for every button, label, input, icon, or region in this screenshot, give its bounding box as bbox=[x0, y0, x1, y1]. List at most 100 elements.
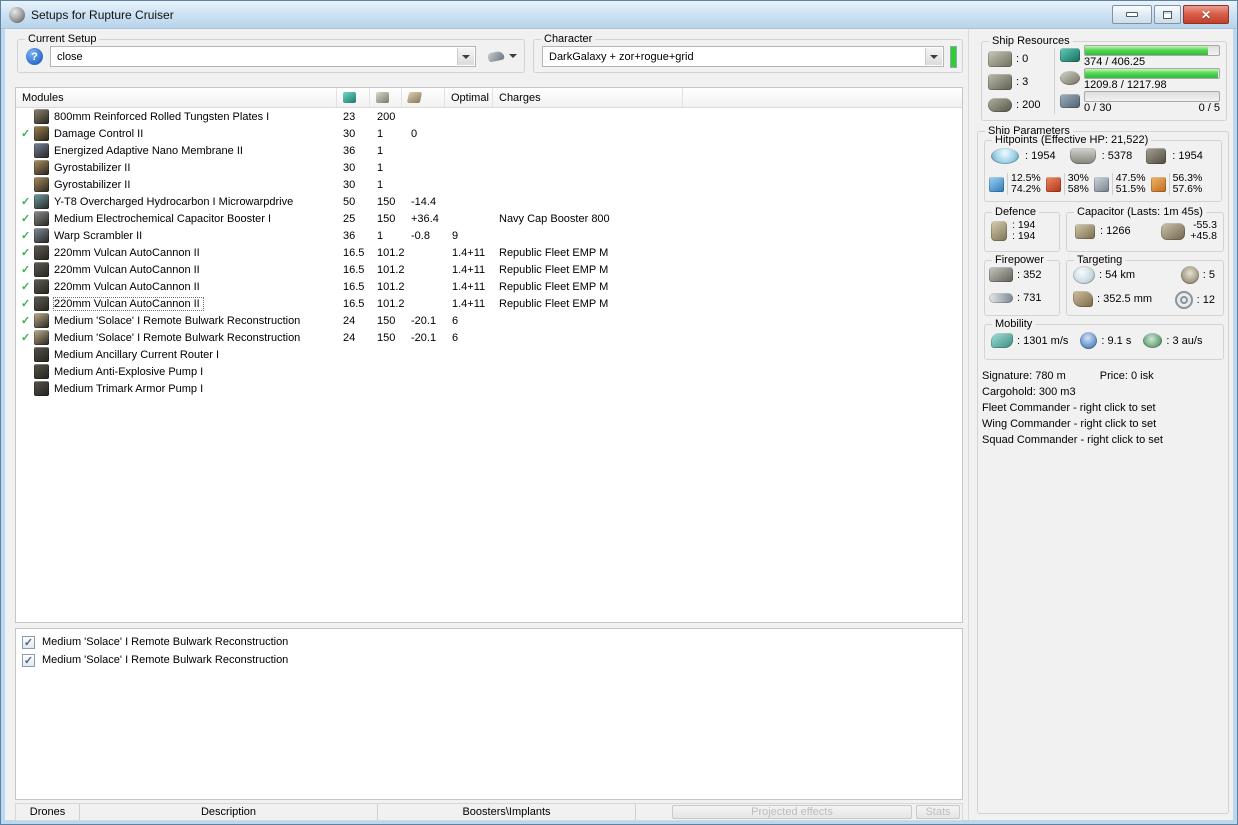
projection-list-item[interactable]: ✓ Medium 'Solace' I Remote Bulwark Recons… bbox=[22, 651, 956, 669]
module-row[interactable]: Medium Anti-Explosive Pump I bbox=[16, 363, 962, 380]
autocannon-icon bbox=[34, 262, 49, 277]
module-row[interactable]: Gyrostabilizer II 30 1 bbox=[16, 159, 962, 176]
module-name-cell: Gyrostabilizer II bbox=[54, 179, 337, 191]
explosive-resist-icon bbox=[1150, 176, 1166, 192]
tab-drones[interactable]: Drones bbox=[16, 804, 80, 820]
max-velocity-value: 1301 m/s bbox=[1017, 335, 1068, 347]
align-time-value: 9.1 s bbox=[1101, 335, 1132, 347]
module-powergrid-value: 1 bbox=[377, 144, 384, 157]
module-row[interactable]: Gyrostabilizer II 30 1 bbox=[16, 176, 962, 193]
targeting-range-value: 54 km bbox=[1099, 269, 1135, 281]
module-cpu-value: 36 bbox=[343, 229, 356, 242]
module-name: Medium 'Solace' I Remote Bulwark Reconst… bbox=[54, 314, 301, 327]
module-row[interactable]: 800mm Reinforced Rolled Tungsten Plates … bbox=[16, 108, 962, 125]
targeting-range-icon bbox=[1073, 266, 1095, 284]
module-row[interactable]: ✓ Medium 'Solace' I Remote Bulwark Recons… bbox=[16, 312, 962, 329]
module-powergrid-value: 101.2 bbox=[377, 263, 405, 276]
cpu-bar bbox=[1084, 45, 1220, 56]
minimize-button[interactable] bbox=[1112, 5, 1152, 24]
capacitor-group: Capacitor (Lasts: 1m 45s) 1266 -55.3+45.… bbox=[1066, 206, 1224, 252]
fitted-check-icon: ✓ bbox=[21, 128, 31, 140]
cpu-usage-value: 374 / 406.25 bbox=[1084, 56, 1146, 68]
module-row[interactable]: Energized Adaptive Nano Membrane II 36 1 bbox=[16, 142, 962, 159]
module-row[interactable]: ✓ Medium Electrochemical Capacitor Booste… bbox=[16, 210, 962, 227]
module-row[interactable]: Medium Trimark Armor Pump I bbox=[16, 380, 962, 397]
powergrid-bar bbox=[1084, 68, 1220, 79]
minimize-icon bbox=[1126, 12, 1138, 17]
projection-item-label: Medium 'Solace' I Remote Bulwark Reconst… bbox=[42, 636, 289, 648]
module-name-cell: 220mm Vulcan AutoCannon II bbox=[54, 281, 337, 293]
modules-table: Modules Optimal Charges 800mm Reinforced… bbox=[15, 87, 963, 623]
module-name: Damage Control II bbox=[54, 127, 144, 140]
launcher-slots-value: 3 bbox=[1016, 76, 1028, 88]
module-name-cell: Medium 'Solace' I Remote Bulwark Reconst… bbox=[54, 315, 337, 327]
armor-icon bbox=[1069, 148, 1096, 164]
em-resist-cell: 12.5% 74.2% bbox=[989, 173, 1041, 195]
capacitor-icon bbox=[1075, 223, 1095, 239]
mobility-group: Mobility 1301 m/s 9.1 s 3 au/s bbox=[984, 318, 1224, 360]
fitted-check-icon: ✓ bbox=[21, 264, 31, 276]
defence-group: Defence 194194 bbox=[984, 206, 1060, 252]
scan-resolution-icon bbox=[1073, 291, 1093, 307]
gyrostabilizer-icon bbox=[34, 160, 49, 175]
current-setup-combobox[interactable]: close bbox=[50, 46, 476, 67]
module-row[interactable]: ✓ 220mm Vulcan AutoCannon II 16.5 101.2 1.4+… bbox=[16, 295, 962, 312]
module-row[interactable]: ✓ Warp Scrambler II 36 1 -0.8 9 bbox=[16, 227, 962, 244]
module-name-cell: 800mm Reinforced Rolled Tungsten Plates … bbox=[54, 111, 337, 123]
tab-description[interactable]: Description bbox=[80, 804, 378, 820]
title-bar[interactable]: Setups for Rupture Cruiser ✕ bbox=[1, 1, 1237, 29]
restore-button[interactable] bbox=[1154, 5, 1181, 24]
fleet-commander-line[interactable]: Fleet Commander - right click to set bbox=[982, 400, 1224, 416]
module-cpu-value: 50 bbox=[343, 195, 356, 208]
module-powergrid-value: 200 bbox=[377, 110, 396, 123]
module-name-cell: Damage Control II bbox=[54, 128, 337, 140]
module-cpu-value: 16.5 bbox=[343, 263, 365, 276]
module-row[interactable]: ✓ 220mm Vulcan AutoCannon II 16.5 101.2 1.4+… bbox=[16, 244, 962, 261]
projected-effects-button[interactable]: Projected effects bbox=[672, 805, 912, 819]
firepower-title: Firepower bbox=[992, 254, 1047, 266]
module-row[interactable]: Medium Ancillary Current Router I bbox=[16, 346, 962, 363]
checkbox-checked-icon[interactable]: ✓ bbox=[22, 635, 35, 649]
launcher-hardpoints-icon bbox=[988, 73, 1012, 90]
current-setup-label: Current Setup bbox=[25, 33, 100, 45]
mobility-title: Mobility bbox=[992, 318, 1036, 330]
autocannon-icon bbox=[34, 245, 49, 260]
module-cpu-value: 36 bbox=[343, 144, 356, 157]
thermal-resist-cell: 30% 58% bbox=[1045, 173, 1089, 195]
modules-table-header[interactable]: Modules Optimal Charges bbox=[16, 88, 962, 108]
module-row[interactable]: ✓ Y-T8 Overcharged Hydrocarbon I Microwar… bbox=[16, 193, 962, 210]
hull-icon bbox=[1146, 148, 1167, 164]
help-icon[interactable]: ? bbox=[26, 48, 43, 65]
module-row[interactable]: ✓ Medium 'Solace' I Remote Bulwark Recons… bbox=[16, 329, 962, 346]
targeting-title: Targeting bbox=[1074, 254, 1126, 266]
character-combobox[interactable]: DarkGalaxy + zor+rogue+grid bbox=[542, 46, 944, 67]
drone-slots-value: 0 / 5 bbox=[1198, 102, 1220, 114]
cpu-bar-fill bbox=[1085, 46, 1209, 55]
max-targets-value: 5 bbox=[1203, 269, 1215, 281]
module-optimal-value: 1.4+11 bbox=[452, 297, 486, 310]
explosive-resist-cell: 56.3% 57.6% bbox=[1150, 173, 1202, 195]
tab-boosters-implants[interactable]: Boosters\Implants bbox=[378, 804, 636, 820]
module-optimal-value: 9 bbox=[452, 229, 459, 242]
module-row[interactable]: ✓ 220mm Vulcan AutoCannon II 16.5 101.2 1.4+… bbox=[16, 278, 962, 295]
module-powergrid-value: 150 bbox=[377, 195, 396, 208]
app-window: Setups for Rupture Cruiser ✕ Current Set… bbox=[0, 0, 1238, 825]
projection-list-item[interactable]: ✓ Medium 'Solace' I Remote Bulwark Recons… bbox=[22, 633, 956, 651]
close-button[interactable]: ✕ bbox=[1183, 5, 1229, 24]
module-row[interactable]: ✓ Damage Control II 30 1 0 bbox=[16, 125, 962, 142]
fitted-check-icon: ✓ bbox=[21, 298, 31, 310]
setup-actions-button[interactable] bbox=[482, 45, 522, 67]
fitted-check-icon: ✓ bbox=[21, 281, 31, 293]
module-row[interactable]: ✓ 220mm Vulcan AutoCannon II 16.5 101.2 1.4+… bbox=[16, 261, 962, 278]
fitted-check-icon: ✓ bbox=[21, 213, 31, 225]
wing-commander-line[interactable]: Wing Commander - right click to set bbox=[982, 416, 1224, 432]
character-value: DarkGalaxy + zor+rogue+grid bbox=[549, 50, 694, 63]
module-charge-value: Republic Fleet EMP M bbox=[499, 246, 609, 259]
squad-commander-line[interactable]: Squad Commander - right click to set bbox=[982, 432, 1224, 448]
current-setup-value: close bbox=[57, 50, 83, 63]
module-cpu-value: 30 bbox=[343, 161, 356, 174]
module-optimal-value: 6 bbox=[452, 331, 459, 344]
stats-button[interactable]: Stats bbox=[916, 805, 960, 819]
checkbox-checked-icon[interactable]: ✓ bbox=[22, 653, 35, 667]
autocannon-icon bbox=[34, 296, 49, 311]
